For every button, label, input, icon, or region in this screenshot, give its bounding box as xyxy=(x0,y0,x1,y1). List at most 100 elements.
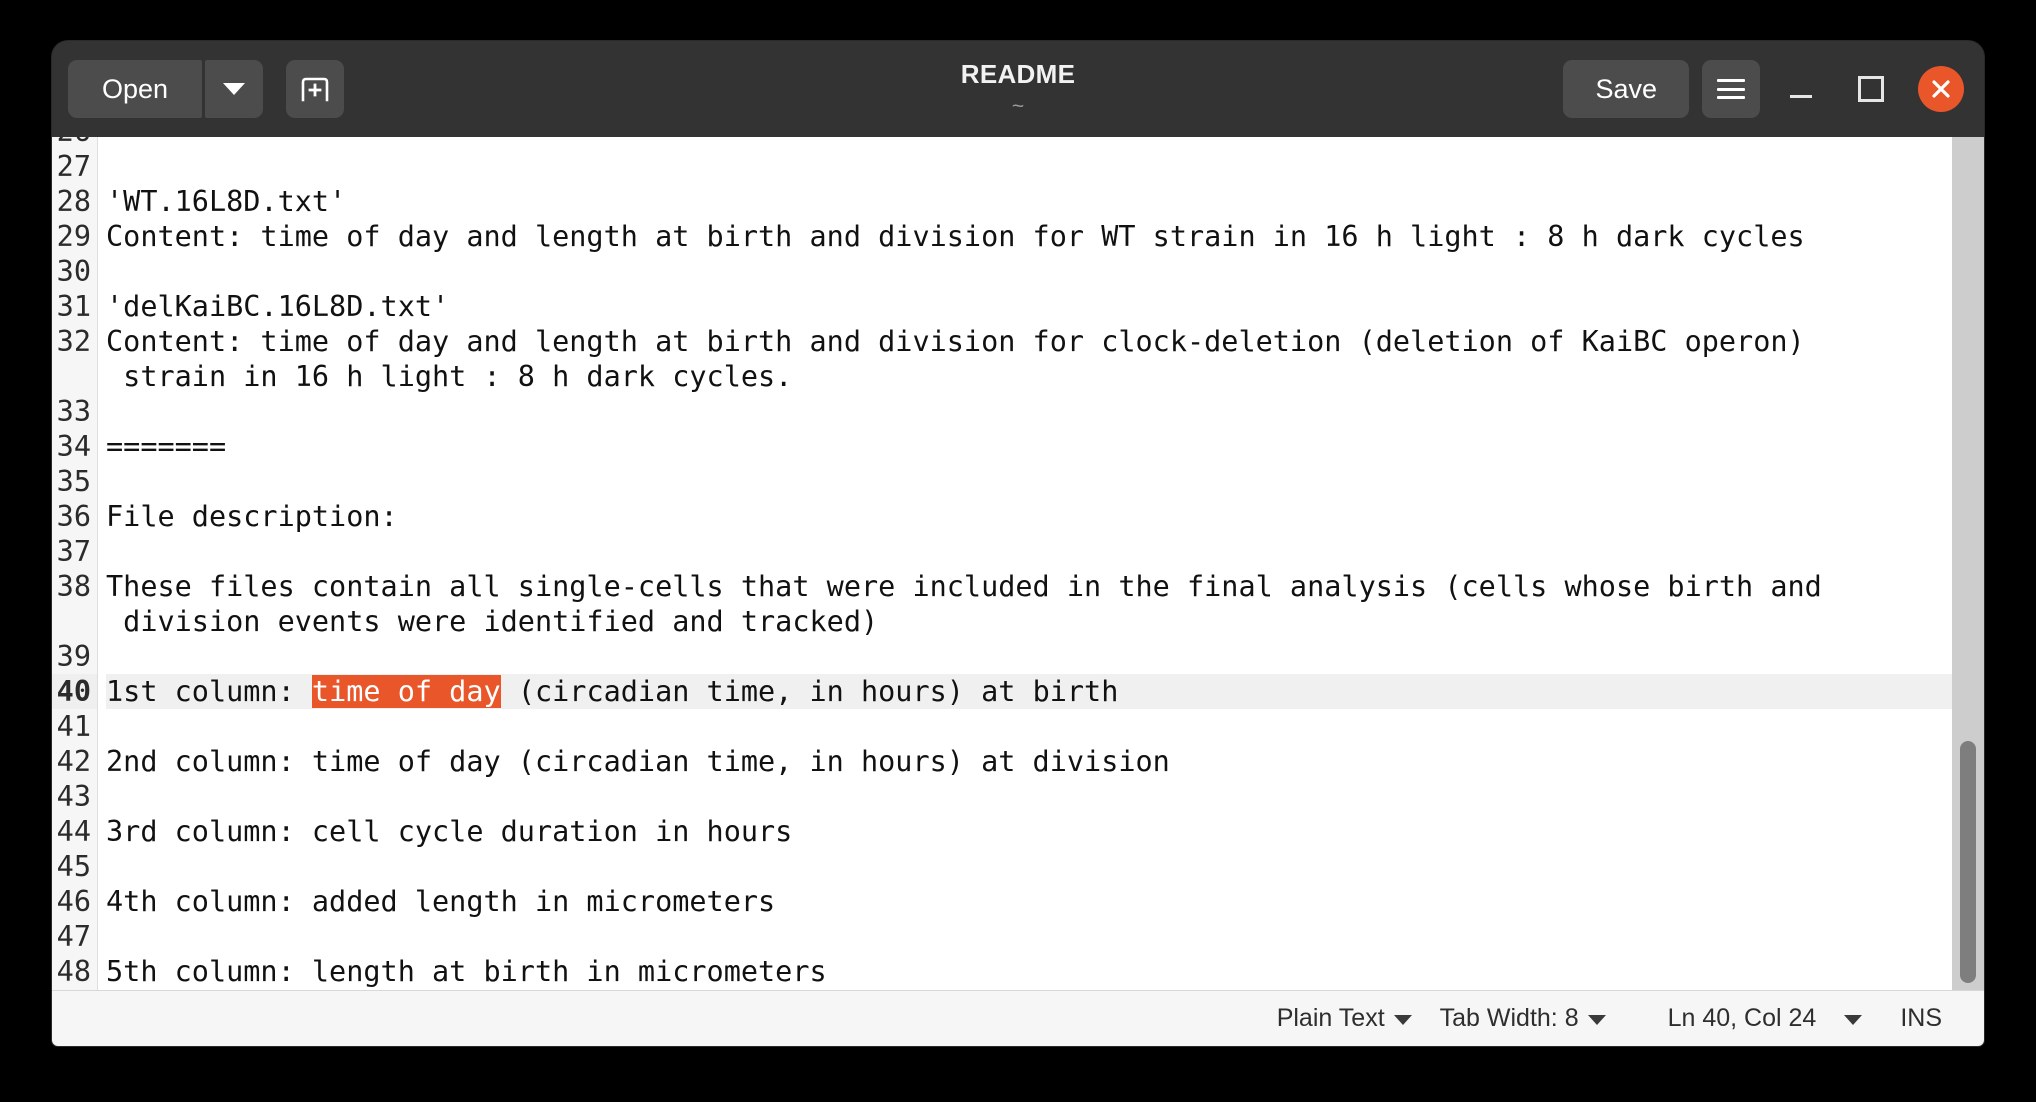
tab-width-selector[interactable]: Tab Width: 8 xyxy=(1426,1000,1620,1037)
tab-width-label: Tab Width: 8 xyxy=(1440,1004,1579,1033)
vertical-scrollbar-thumb[interactable] xyxy=(1960,741,1976,983)
code-text: Content: time of day and length at birth… xyxy=(106,325,1805,358)
line-number: 39 xyxy=(52,639,97,674)
code-text: These files contain all single-cells tha… xyxy=(106,570,1822,603)
line-number: 33 xyxy=(52,394,97,429)
line-number: 46 xyxy=(52,884,97,919)
code-line[interactable]: 'delKaiBC.16L8D.txt' xyxy=(106,289,1984,324)
header-left-controls: Open xyxy=(68,60,344,118)
code-text: 5th column: length at birth in micromete… xyxy=(106,955,827,988)
code-text: File description: xyxy=(106,500,398,533)
minimize-button[interactable] xyxy=(1772,60,1830,118)
code-line[interactable]: 'WT.16L8D.txt' xyxy=(106,184,1984,219)
language-label: Plain Text xyxy=(1277,1004,1385,1033)
code-text: Content: time of day and length at birth… xyxy=(106,220,1805,253)
code-line[interactable]: Content: time of day and length at birth… xyxy=(106,219,1984,254)
code-text: (circadian time, in hours) at birth xyxy=(501,675,1119,708)
line-number: 47 xyxy=(52,919,97,954)
line-number: 38 xyxy=(52,569,97,604)
code-line[interactable]: These files contain all single-cells tha… xyxy=(106,569,1984,604)
new-tab-button[interactable] xyxy=(286,60,344,118)
code-line[interactable]: 4th column: added length in micrometers xyxy=(106,884,1984,919)
code-line[interactable] xyxy=(106,137,1984,149)
code-line[interactable] xyxy=(106,149,1984,184)
code-line[interactable] xyxy=(106,709,1984,744)
insert-mode-indicator: INS xyxy=(1886,1000,1942,1037)
maximize-icon xyxy=(1858,76,1884,102)
code-line-list: 'WT.16L8D.txt'Content: time of day and l… xyxy=(98,137,1984,989)
chevron-down-icon xyxy=(1588,1015,1606,1025)
line-number-list: 2627282930313233343536373839404142434445… xyxy=(52,137,97,989)
code-line[interactable]: strain in 16 h light : 8 h dark cycles. xyxy=(106,359,1984,394)
code-text: 1st column: xyxy=(106,675,312,708)
open-button[interactable]: Open xyxy=(68,60,202,118)
code-text: strain in 16 h light : 8 h dark cycles. xyxy=(106,360,792,393)
line-number: 27 xyxy=(52,149,97,184)
main-menu-button[interactable] xyxy=(1702,60,1760,118)
header-right-controls: Save xyxy=(1563,60,1968,118)
line-number: 29 xyxy=(52,219,97,254)
line-number: 32 xyxy=(52,324,97,359)
code-line[interactable]: Content: time of day and length at birth… xyxy=(106,324,1984,359)
code-line[interactable]: 3rd column: cell cycle duration in hours xyxy=(106,814,1984,849)
code-text: 4th column: added length in micrometers xyxy=(106,885,775,918)
code-text: 'delKaiBC.16L8D.txt' xyxy=(106,290,449,323)
line-number: 42 xyxy=(52,744,97,779)
code-text: 'WT.16L8D.txt' xyxy=(106,185,346,218)
chevron-down-icon xyxy=(1394,1015,1412,1025)
line-number: 43 xyxy=(52,779,97,814)
open-split-button: Open xyxy=(68,60,263,118)
code-text: division events were identified and trac… xyxy=(106,605,878,638)
status-bar: Plain Text Tab Width: 8 Ln 40, Col 24 IN… xyxy=(52,990,1984,1046)
code-text: 2nd column: time of day (circadian time,… xyxy=(106,745,1170,778)
line-number: 48 xyxy=(52,954,97,989)
go-to-line-dropdown-button[interactable] xyxy=(1830,1008,1876,1029)
insert-mode-label: INS xyxy=(1900,1004,1942,1033)
cursor-position: Ln 40, Col 24 xyxy=(1654,1000,1831,1037)
vertical-scrollbar[interactable] xyxy=(1952,137,1984,990)
code-line[interactable] xyxy=(106,779,1984,814)
text-view[interactable]: 2627282930313233343536373839404142434445… xyxy=(52,137,1984,990)
line-number: 35 xyxy=(52,464,97,499)
code-line[interactable] xyxy=(106,919,1984,954)
code-line[interactable] xyxy=(106,464,1984,499)
line-number-gutter: 2627282930313233343536373839404142434445… xyxy=(52,137,98,990)
code-line[interactable] xyxy=(106,534,1984,569)
code-area[interactable]: 'WT.16L8D.txt'Content: time of day and l… xyxy=(98,137,1984,990)
code-text: ======= xyxy=(106,430,226,463)
line-number: 30 xyxy=(52,254,97,289)
line-number: 44 xyxy=(52,814,97,849)
new-tab-icon xyxy=(300,75,330,103)
cursor-position-label: Ln 40, Col 24 xyxy=(1668,1004,1817,1033)
selected-text: time of day xyxy=(312,675,501,708)
maximize-button[interactable] xyxy=(1842,60,1900,118)
code-line[interactable]: division events were identified and trac… xyxy=(106,604,1984,639)
code-line[interactable] xyxy=(106,639,1984,674)
code-line[interactable]: File description: xyxy=(106,499,1984,534)
code-text: 3rd column: cell cycle duration in hours xyxy=(106,815,792,848)
code-line-current[interactable]: 1st column: time of day (circadian time,… xyxy=(106,674,1984,709)
line-number: 28 xyxy=(52,184,97,219)
hamburger-menu-icon xyxy=(1717,79,1745,99)
code-line[interactable]: 2nd column: time of day (circadian time,… xyxy=(106,744,1984,779)
code-line[interactable] xyxy=(106,394,1984,429)
code-line[interactable] xyxy=(106,849,1984,884)
save-button[interactable]: Save xyxy=(1563,60,1689,118)
language-selector[interactable]: Plain Text xyxy=(1263,1000,1426,1037)
line-number: 37 xyxy=(52,534,97,569)
code-line[interactable] xyxy=(106,254,1984,289)
line-number: 34 xyxy=(52,429,97,464)
code-line[interactable]: 5th column: length at birth in micromete… xyxy=(106,954,1984,989)
code-line[interactable]: ======= xyxy=(106,429,1984,464)
line-number xyxy=(52,359,97,394)
editor-window: README ~ Open Save xyxy=(52,41,1984,1046)
line-number: 41 xyxy=(52,709,97,744)
document-path-subtitle: ~ xyxy=(1012,95,1024,118)
minimize-icon xyxy=(1790,95,1812,98)
page-title: README xyxy=(961,60,1075,89)
open-recent-dropdown-button[interactable] xyxy=(205,60,263,118)
close-icon xyxy=(1928,76,1954,102)
close-button[interactable] xyxy=(1918,66,1964,112)
chevron-down-icon xyxy=(223,83,245,95)
line-number: 36 xyxy=(52,499,97,534)
